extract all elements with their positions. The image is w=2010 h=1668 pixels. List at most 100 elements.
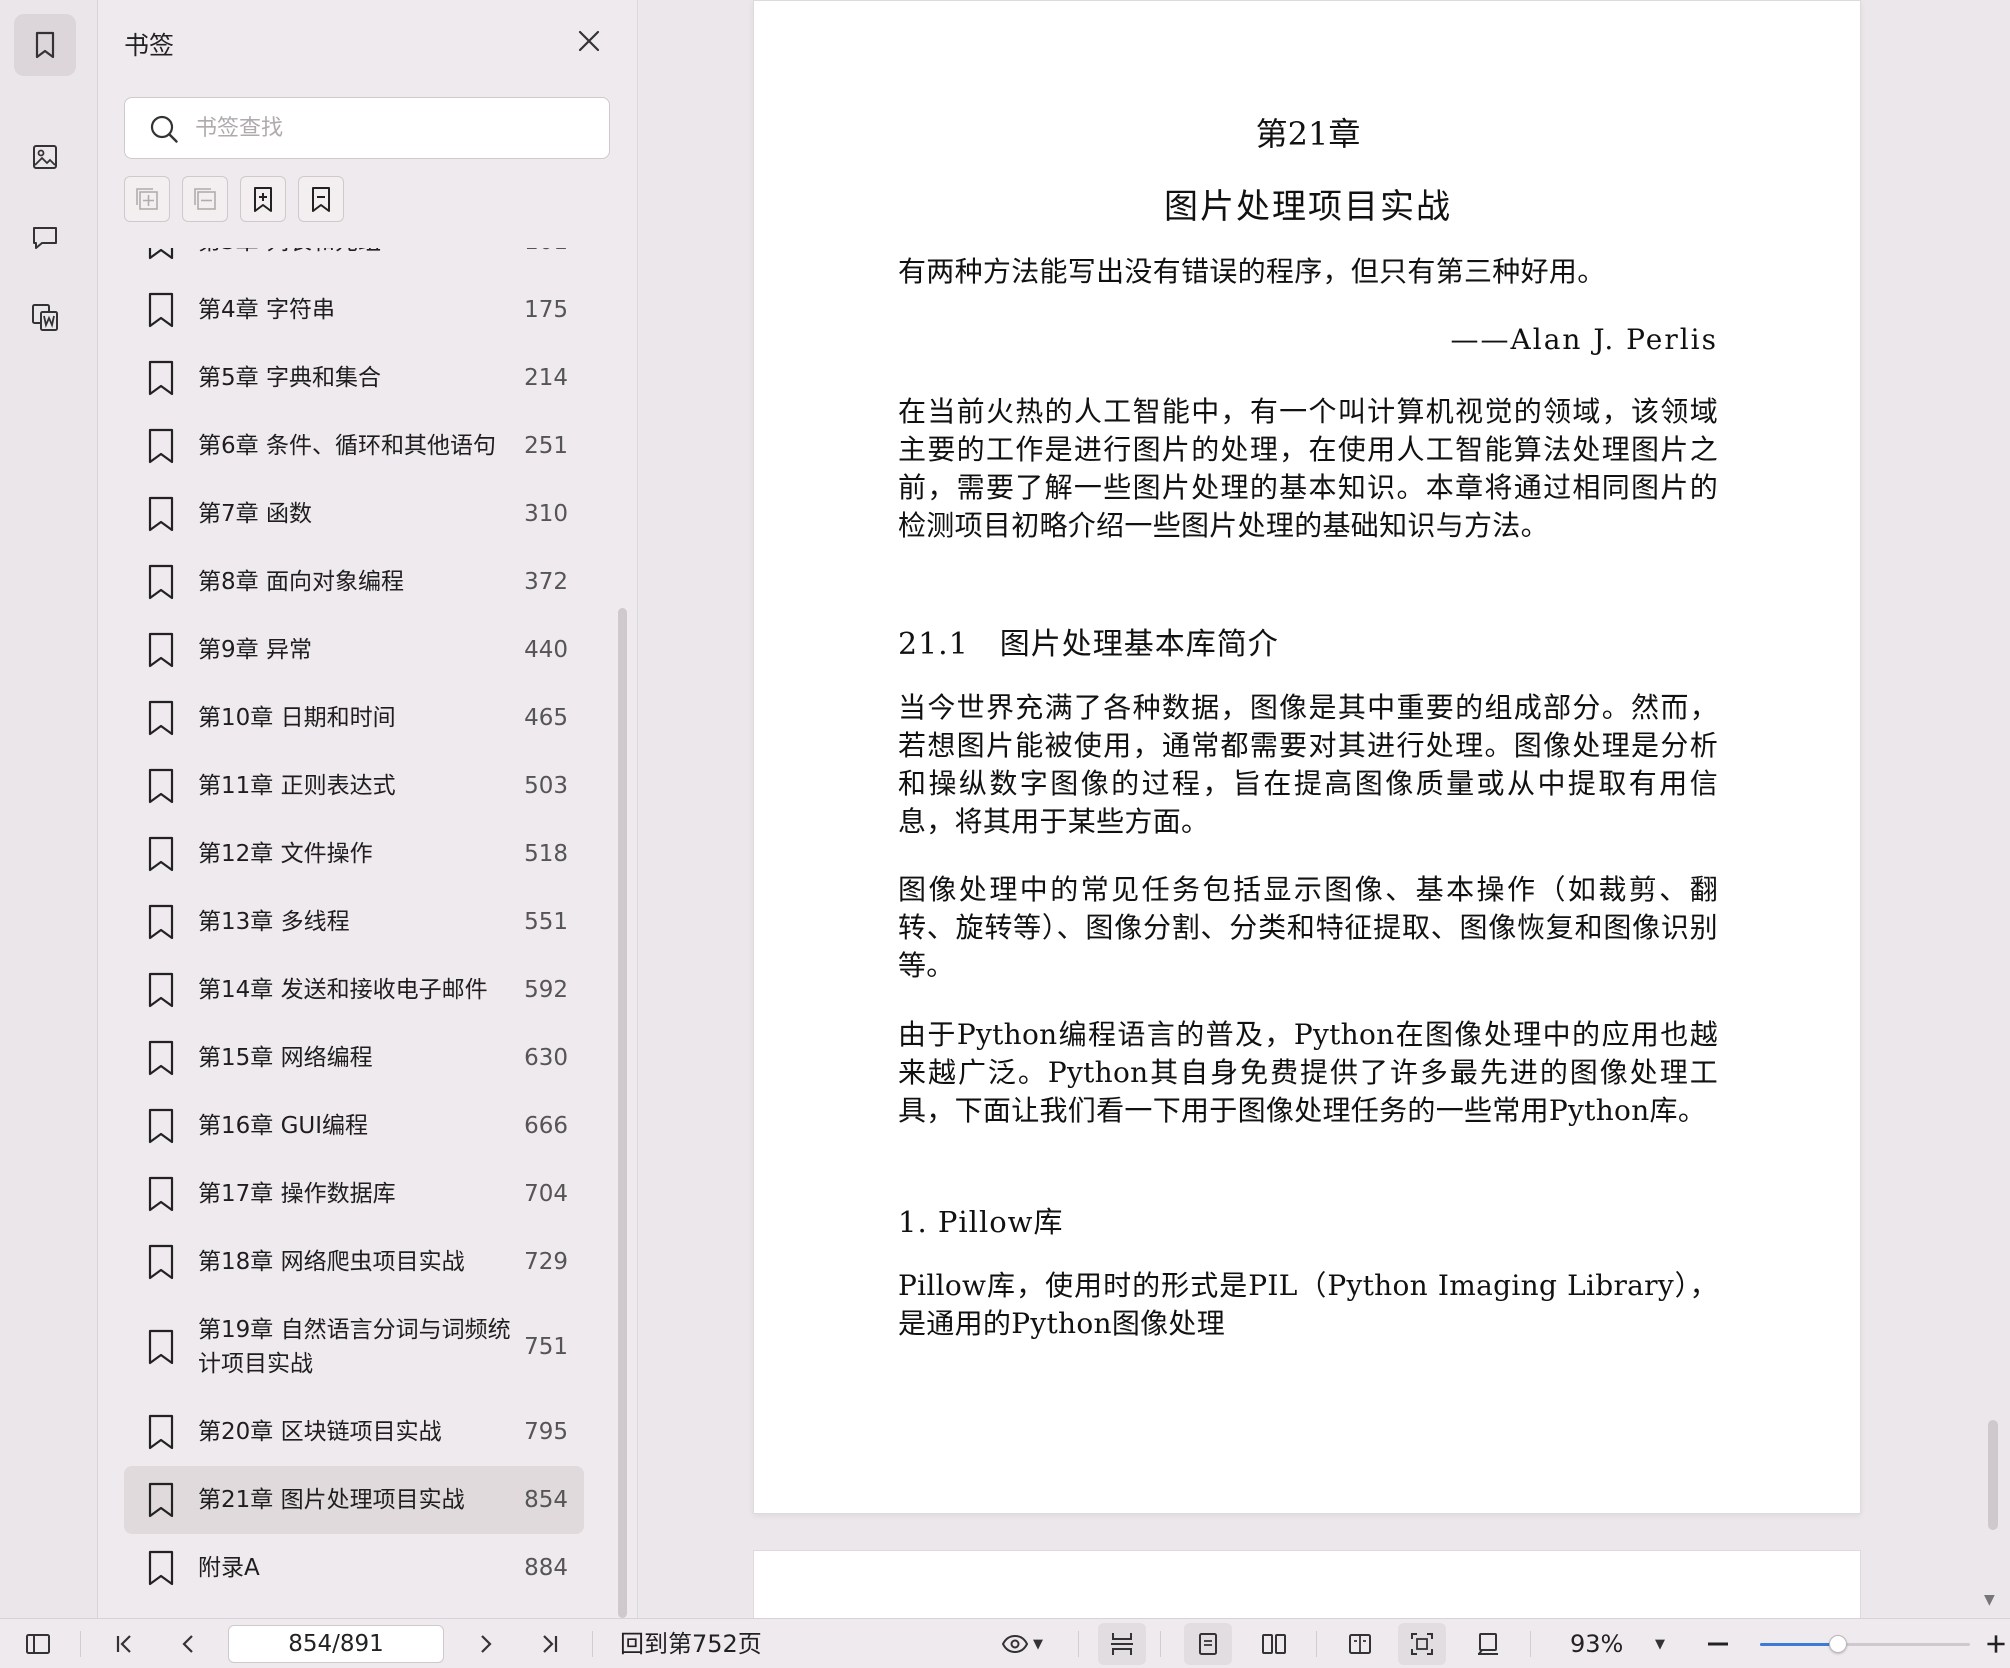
first-page-button[interactable] bbox=[104, 1619, 144, 1668]
bookmark-item[interactable]: 第5章 字典和集合 214 bbox=[124, 344, 584, 412]
bookmark-icon bbox=[148, 632, 174, 668]
convert-panel-button[interactable] bbox=[14, 286, 76, 348]
zoom-dropdown-button[interactable]: ▼ bbox=[1648, 1619, 1672, 1668]
zoom-level[interactable]: 93% bbox=[1570, 1619, 1623, 1668]
bookmark-item[interactable]: 第8章 面向对象编程 372 bbox=[124, 548, 584, 616]
bookmark-item[interactable]: 第14章 发送和接收电子邮件 592 bbox=[124, 956, 584, 1024]
bookmark-item[interactable]: 附录A 884 bbox=[124, 1534, 584, 1602]
comment-panel-button[interactable] bbox=[14, 206, 76, 268]
bookmark-item[interactable]: 第19章 自然语言分词与词频统计项目实战 751 bbox=[124, 1296, 584, 1398]
bookmark-page-number: 751 bbox=[524, 1334, 568, 1360]
zoom-slider-handle[interactable] bbox=[1828, 1635, 1847, 1653]
bookmark-panel-button[interactable] bbox=[14, 14, 76, 76]
bookmark-icon bbox=[35, 31, 55, 59]
document-scrollbar[interactable] bbox=[1988, 1420, 1998, 1530]
fit-width-icon bbox=[1111, 1633, 1133, 1655]
bookmark-item[interactable]: 第20章 区块链项目实战 795 bbox=[124, 1398, 584, 1466]
bookmark-icon bbox=[148, 700, 174, 736]
bookmark-list-viewport: 第3章 列表和元组101 第4章 字符串 175 第5章 字典和集合 214 第6章 条件… bbox=[98, 248, 618, 1618]
bookmark-page-number: 465 bbox=[524, 705, 568, 731]
scroll-down-arrow-icon[interactable]: ▼ bbox=[1984, 1592, 1995, 1608]
toggle-sidebar-button[interactable] bbox=[18, 1619, 58, 1668]
bookmark-search-input[interactable] bbox=[195, 108, 595, 148]
thumbnail-panel-button[interactable] bbox=[14, 126, 76, 188]
bookmark-list: 第3章 列表和元组101 第4章 字符串 175 第5章 字典和集合 214 第6章 条件… bbox=[124, 248, 584, 1602]
bookmark-item[interactable]: 第21章 图片处理项目实战 854 bbox=[124, 1466, 584, 1534]
last-page-button[interactable] bbox=[530, 1619, 570, 1668]
bookmark-icon bbox=[148, 428, 174, 464]
bookmark-icon bbox=[148, 292, 174, 328]
bookmark-page-number: 592 bbox=[524, 977, 568, 1003]
view-mode-button[interactable]: ▼ bbox=[990, 1619, 1054, 1668]
return-to-page-link[interactable]: 回到第752页 bbox=[620, 1619, 762, 1668]
bookmark-icon bbox=[148, 768, 174, 804]
divider bbox=[1530, 1631, 1531, 1657]
bookmark-item[interactable]: 第16章 GUI编程 666 bbox=[124, 1092, 584, 1160]
sidebar-toggle-icon bbox=[26, 1634, 50, 1654]
bookmark-item[interactable]: 第17章 操作数据库 704 bbox=[124, 1160, 584, 1228]
collapse-all-button[interactable] bbox=[182, 176, 228, 222]
image-icon bbox=[33, 145, 57, 169]
bookmark-toolbar bbox=[124, 176, 344, 222]
bookmark-item[interactable]: 第18章 网络爬虫项目实战 729 bbox=[124, 1228, 584, 1296]
document-viewport: 第21章 图片处理项目实战 有两种方法能写出没有错误的程序，但只有第三种好用。 … bbox=[639, 0, 2010, 1668]
bookmark-page-number: 704 bbox=[524, 1181, 568, 1207]
add-bookmark-button[interactable] bbox=[240, 176, 286, 222]
fit-page-button[interactable] bbox=[1398, 1623, 1446, 1665]
rotate-page-button[interactable] bbox=[1464, 1619, 1512, 1668]
previous-page-button[interactable] bbox=[168, 1619, 208, 1668]
bookmark-icon bbox=[148, 360, 174, 396]
remove-bookmark-button[interactable] bbox=[298, 176, 344, 222]
bookmark-icon bbox=[148, 1550, 174, 1586]
divider bbox=[80, 1631, 81, 1657]
minus-icon bbox=[1708, 1642, 1728, 1646]
bookmark-label: 第11章 正则表达式 bbox=[198, 773, 396, 799]
book-view-icon bbox=[1349, 1634, 1371, 1654]
bookmark-item[interactable]: 第13章 多线程 551 bbox=[124, 888, 584, 956]
book-mode-button[interactable] bbox=[1336, 1619, 1384, 1668]
bookmark-label: 第19章 自然语言分词与词频统计项目实战 bbox=[198, 1317, 511, 1377]
close-icon[interactable] bbox=[574, 26, 604, 56]
bookmark-label: 第3章 列表和元组 bbox=[198, 248, 528, 259]
convert-to-word-icon bbox=[32, 304, 58, 331]
single-page-button[interactable] bbox=[1184, 1623, 1232, 1665]
bookmark-item[interactable]: 第6章 条件、循环和其他语句 251 bbox=[124, 412, 584, 480]
plus-icon bbox=[1987, 1635, 2005, 1653]
zoom-in-button[interactable] bbox=[1984, 1619, 2008, 1668]
paragraph: 在当前火热的人工智能中，有一个叫计算机视觉的领域，该领域主要的工作是进行图片的处… bbox=[898, 395, 1718, 542]
bookmark-item[interactable]: 第3章 列表和元组101 bbox=[124, 248, 584, 276]
page-number-input[interactable] bbox=[228, 1625, 444, 1663]
bookmark-item[interactable]: 第11章 正则表达式 503 bbox=[124, 752, 584, 820]
bookmark-icon bbox=[148, 1040, 174, 1076]
bookmark-label: 第16章 GUI编程 bbox=[198, 1113, 369, 1139]
bookmark-panel: 书签 第3章 列表和元组101 第4章 字符串 175 第5章 字典和集合 214 第6章… bbox=[98, 0, 638, 1618]
bookmark-label: 附录A bbox=[198, 1555, 260, 1581]
collapse-all-icon bbox=[194, 188, 216, 210]
bookmark-label: 第20章 区块链项目实战 bbox=[198, 1419, 442, 1445]
fit-width-button[interactable] bbox=[1098, 1623, 1146, 1665]
bookmark-page-number: 729 bbox=[524, 1249, 568, 1275]
next-page-button[interactable] bbox=[466, 1619, 506, 1668]
bookmark-scrollbar[interactable] bbox=[618, 608, 627, 1618]
bookmark-icon bbox=[148, 1244, 174, 1280]
bookmark-label: 第15章 网络编程 bbox=[198, 1045, 373, 1071]
zoom-slider[interactable] bbox=[1760, 1635, 1970, 1653]
last-page-icon bbox=[543, 1635, 558, 1653]
bookmark-item[interactable]: 第9章 异常 440 bbox=[124, 616, 584, 684]
bookmark-page-number: 518 bbox=[524, 841, 568, 867]
bookmark-item[interactable]: 第4章 字符串 175 bbox=[124, 276, 584, 344]
divider bbox=[1160, 1631, 1161, 1657]
bookmark-item[interactable]: 第10章 日期和时间 465 bbox=[124, 684, 584, 752]
bookmark-icon bbox=[148, 248, 174, 260]
chevron-right-icon bbox=[481, 1635, 492, 1653]
subsection-heading: 1. Pillow库 bbox=[898, 1205, 1064, 1239]
bookmark-item[interactable]: 第12章 文件操作 518 bbox=[124, 820, 584, 888]
expand-all-button[interactable] bbox=[124, 176, 170, 222]
zoom-out-button[interactable] bbox=[1700, 1619, 1736, 1668]
bookmark-item[interactable]: 第7章 函数 310 bbox=[124, 480, 584, 548]
bookmark-icon bbox=[148, 1329, 174, 1365]
bookmark-item[interactable]: 第15章 网络编程 630 bbox=[124, 1024, 584, 1092]
double-page-button[interactable] bbox=[1250, 1619, 1298, 1668]
paragraph: Pillow库，使用时的形式是PIL（Python Imaging Librar… bbox=[898, 1269, 1718, 1340]
bookmark-page-number: 310 bbox=[524, 501, 568, 527]
